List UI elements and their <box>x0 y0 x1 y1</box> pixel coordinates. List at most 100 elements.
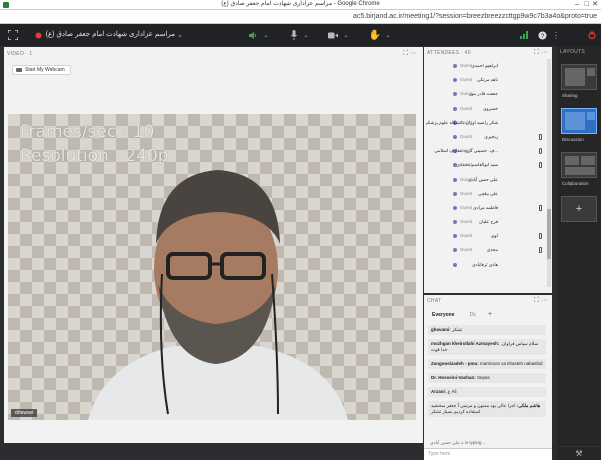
chat-input[interactable]: Type here <box>424 448 552 460</box>
window-title: مراسم عزاداری شهادت امام جعفر صادق (ع) -… <box>221 1 380 7</box>
attendee-role: Guest <box>460 190 473 196</box>
layout-discussion-label: Discussion <box>562 137 584 142</box>
webcam-icon <box>16 68 22 72</box>
chat-text: تشکر <box>452 327 463 332</box>
layouts-settings-icon[interactable]: ⚒ <box>557 446 601 460</box>
attendee-row[interactable]: علی بیلچی Guest <box>424 187 548 201</box>
chat-sender: هاشم ملکی: <box>516 403 541 408</box>
layout-discussion[interactable]: Discussion <box>561 108 597 142</box>
attendee-row[interactable]: ...ف. حسینی گروه معارف اسلامی Guest <box>424 144 548 158</box>
attendee-role: Guest <box>460 63 473 68</box>
attendees-pod: ATTENDEES · 40 ⛶ ··· ابراهیم احمدی Guest ن… <box>424 47 552 293</box>
chat-message: mozhgan kheirollahi Azmayesh: سلام سپاس … <box>428 339 546 355</box>
attendee-role: Guest <box>460 204 473 210</box>
attendee-row[interactable]: هادی ثرفابادی <box>424 258 548 272</box>
attendee-role: Guest <box>460 176 473 182</box>
attendee-list: ابراهیم احمدی Guest ناهد مرتکی Guest جعفت قا… <box>424 59 548 287</box>
chat-message: Zangooeizadeh - pmu: mamnoon va khasteh … <box>428 359 546 369</box>
attendees-header: ATTENDEES · 40 <box>427 50 471 56</box>
attendee-name: هادی ثرفابادی <box>472 261 498 267</box>
attendee-row[interactable]: خسروی Guest <box>424 102 548 116</box>
meeting-title: مراسم عزاداری شهادت امام جعفر صادق (ع) <box>45 31 175 38</box>
attendee-role: Guest <box>460 247 473 253</box>
layouts-header: LAYOUTS <box>560 49 586 55</box>
speaker-menu-icon[interactable]: ⌄ <box>262 24 270 46</box>
chat-message: Dr. Hosseini-Vashan: Sepas <box>428 373 546 383</box>
chat-message: هاشم ملکی: اجرا عالی بود ممنون و مرسی آ … <box>428 401 546 417</box>
attendee-row[interactable]: زنجیری Guest <box>424 130 548 144</box>
attendee-row[interactable]: ناهد مرتکی Guest <box>424 73 548 87</box>
chat-sender: ghavami: <box>431 327 451 332</box>
meeting-toolbar: مراسم عزاداری شهادت امام جعفر صادق (ع) ⌄… <box>0 24 601 46</box>
video-stream: Frames/sec : 10 Resolution : 240p drlaws… <box>8 114 416 420</box>
chat-sender: Dr. Hosseini-Vashan: <box>431 375 476 380</box>
attendee-row[interactable]: سید ابوالقاسم محمدی Guest <box>424 158 548 172</box>
microphone-menu-icon[interactable]: ⌄ <box>302 24 310 46</box>
fps-overlay: Frames/sec : 10 <box>20 122 155 142</box>
attendee-row[interactable]: مجدی Guest <box>424 243 548 257</box>
chat-tab-add[interactable]: + <box>488 310 492 320</box>
attendee-role: Guest <box>460 219 473 225</box>
attendees-menu-icon[interactable]: ⛶ ··· <box>534 49 548 57</box>
attendee-row[interactable]: فرح علیان Guest <box>424 215 548 229</box>
resolution-overlay: Resolution : 240p <box>20 146 169 166</box>
attendee-row[interactable]: ابراهیم احمدی Guest <box>424 59 548 73</box>
attendee-row[interactable]: شکر راضیه اوران دانشگاه علوم پزشکی بیرجن… <box>424 116 548 130</box>
participant-name-tag: drlawsei <box>11 409 38 417</box>
minimize-icon[interactable]: – <box>575 0 579 9</box>
fullscreen-icon[interactable] <box>4 24 22 46</box>
record-icon[interactable] <box>30 24 46 46</box>
raise-hand-icon[interactable]: ✋ <box>368 24 382 46</box>
window-titlebar: مراسم عزاداری شهادت امام جعفر صادق (ع) -… <box>0 0 601 10</box>
chat-sender: mozhgan kheirollahi Azmayesh: <box>431 341 500 346</box>
attendee-row[interactable]: لوی Guest <box>424 229 548 243</box>
camera-menu-icon[interactable]: ⌄ <box>342 24 350 46</box>
attendee-role: Guest <box>460 148 473 154</box>
add-layout-button[interactable]: + <box>561 196 597 222</box>
typing-indicator: ه علی حسن آبادی is typing... <box>430 440 486 445</box>
chat-tab-everyone[interactable]: Everyone <box>432 310 455 320</box>
microphone-icon[interactable] <box>288 24 300 46</box>
layout-sharing-label: Sharing <box>562 93 578 98</box>
layout-sharing[interactable]: Sharing <box>561 64 597 98</box>
attendee-row[interactable]: جعفت قادر بنور Guest <box>424 87 548 101</box>
attendee-role: Guest <box>460 91 473 97</box>
video-pod-menu-icon[interactable]: ⛶ ··· <box>403 50 417 58</box>
attendee-role: Guest <box>460 77 473 83</box>
chevron-down-icon[interactable]: ⌄ <box>174 24 186 46</box>
close-icon[interactable]: ✕ <box>592 0 598 9</box>
url-text[interactable]: ac5.birjand.ac.ir/meeting1/?session=bree… <box>353 11 597 23</box>
layouts-rail: LAYOUTS Sharing Discussion Collaboration… <box>557 46 601 460</box>
attendee-role: Guest <box>460 119 473 125</box>
end-meeting-icon[interactable] <box>586 24 598 46</box>
chat-text: ع Ali <box>447 389 457 394</box>
camera-icon[interactable] <box>326 24 340 46</box>
chat-tab-private[interactable]: Dr. <box>470 310 476 320</box>
speaker-icon[interactable] <box>246 24 260 46</box>
start-webcam-button[interactable]: Start My Webcam <box>12 65 71 75</box>
maximize-icon[interactable]: □ <box>585 0 589 9</box>
mobile-device-icon <box>539 233 542 240</box>
mobile-device-icon <box>539 133 542 140</box>
address-bar[interactable]: ac5.birjand.ac.ir/meeting1/?session=bree… <box>0 10 601 24</box>
mobile-device-icon <box>539 247 542 254</box>
layout-collaboration[interactable]: Collaboration <box>561 152 597 186</box>
attendee-row[interactable]: علی حسن آبادی Guest <box>424 173 548 187</box>
help-icon[interactable]: ? <box>536 24 548 46</box>
attendee-row[interactable]: فاطمه مرادی Guest <box>424 201 548 215</box>
attendees-scrollbar[interactable] <box>547 59 551 287</box>
attendees-scrollbar-thumb[interactable] <box>547 209 551 259</box>
attendee-role: Guest <box>460 233 473 239</box>
chat-message: ghavami: تشکر <box>428 325 546 335</box>
status-menu-icon[interactable]: ⌄ <box>384 24 392 46</box>
microphone-active-icon <box>539 148 542 155</box>
app-root: مراسم عزاداری شهادت امام جعفر صادق (ع) -… <box>0 0 601 460</box>
chat-menu-icon[interactable]: ⛶ ··· <box>534 297 548 305</box>
mobile-device-icon <box>539 162 542 169</box>
layout-collaboration-label: Collaboration <box>562 181 589 186</box>
menu-dots-icon[interactable]: ⋮ <box>550 24 562 46</box>
chat-pod: CHAT ⛶ ··· Everyone Dr. + ghavami: تشکر m… <box>424 295 552 460</box>
chat-messages: ghavami: تشکر mozhgan kheirollahi Azmayes… <box>428 325 546 435</box>
attendee-role: Guest <box>460 105 473 111</box>
attendee-role: Guest <box>460 133 473 139</box>
